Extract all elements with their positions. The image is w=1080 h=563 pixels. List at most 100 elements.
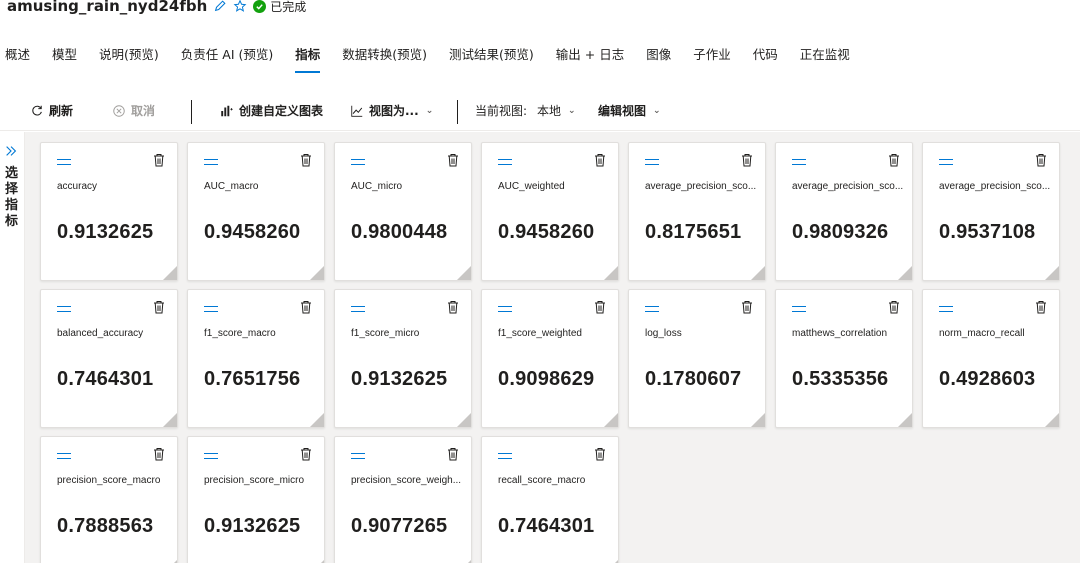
metric-card[interactable]: AUC_micro 0.9800448	[334, 142, 472, 281]
drag-handle-icon[interactable]	[939, 306, 953, 312]
resize-handle[interactable]	[457, 413, 471, 427]
metric-card[interactable]: balanced_accuracy 0.7464301	[40, 289, 178, 428]
trash-icon[interactable]	[594, 447, 606, 461]
metric-card[interactable]: recall_score_macro 0.7464301	[481, 436, 619, 563]
metric-card[interactable]: accuracy 0.9132625	[40, 142, 178, 281]
metric-card[interactable]: f1_score_weighted 0.9098629	[481, 289, 619, 428]
resize-handle[interactable]	[457, 266, 471, 280]
trash-icon[interactable]	[888, 153, 900, 167]
resize-handle[interactable]	[163, 266, 177, 280]
current-view-dropdown[interactable]: 本地 ⌄	[537, 102, 576, 119]
metric-value: 0.8175651	[645, 221, 742, 243]
trash-icon[interactable]	[594, 153, 606, 167]
metric-card[interactable]: average_precision_sco... 0.9537108	[922, 142, 1060, 281]
drag-handle-icon[interactable]	[792, 159, 806, 165]
drag-handle-icon[interactable]	[939, 159, 953, 165]
resize-handle[interactable]	[604, 266, 618, 280]
metric-name: log_loss	[645, 328, 682, 339]
trash-icon[interactable]	[300, 153, 312, 167]
tab-4[interactable]: 指标	[295, 40, 321, 73]
metric-card[interactable]: AUC_macro 0.9458260	[187, 142, 325, 281]
resize-handle[interactable]	[751, 266, 765, 280]
metric-card[interactable]: AUC_weighted 0.9458260	[481, 142, 619, 281]
tab-3[interactable]: 负责任 AI (预览)	[181, 40, 273, 67]
metric-card[interactable]: precision_score_macro 0.7888563	[40, 436, 178, 563]
cancel-button[interactable]: 取消	[112, 102, 155, 119]
drag-handle-icon[interactable]	[57, 453, 71, 459]
tab-6[interactable]: 测试结果(预览)	[449, 40, 534, 67]
drag-handle-icon[interactable]	[204, 306, 218, 312]
drag-handle-icon[interactable]	[57, 306, 71, 312]
drag-handle-icon[interactable]	[351, 159, 365, 165]
drag-handle-icon[interactable]	[351, 306, 365, 312]
drag-handle-icon[interactable]	[57, 159, 71, 165]
tab-bar: 概述 模型 说明(预览) 负责任 AI (预览) 指标 数据转换(预览) 测试结果(预览) 输…	[0, 40, 872, 73]
trash-icon[interactable]	[153, 153, 165, 167]
metrics-dashboard: accuracy 0.9132625 AUC_macro 0.9458260 AUC_m…	[25, 132, 1080, 563]
tab-1[interactable]: 模型	[52, 40, 77, 67]
trash-icon[interactable]	[300, 447, 312, 461]
trash-icon[interactable]	[447, 300, 459, 314]
trash-icon[interactable]	[153, 447, 165, 461]
metric-card[interactable]: f1_score_macro 0.7651756	[187, 289, 325, 428]
trash-icon[interactable]	[888, 300, 900, 314]
tab-7[interactable]: 输出 + 日志	[556, 40, 624, 67]
drag-handle-icon[interactable]	[204, 453, 218, 459]
tab-10[interactable]: 代码	[753, 40, 778, 67]
metric-card[interactable]: norm_macro_recall 0.4928603	[922, 289, 1060, 428]
double-chevron-right-icon[interactable]	[4, 144, 18, 158]
resize-handle[interactable]	[898, 266, 912, 280]
drag-handle-icon[interactable]	[498, 306, 512, 312]
drag-handle-icon[interactable]	[645, 306, 659, 312]
resize-handle[interactable]	[1045, 413, 1059, 427]
trash-icon[interactable]	[1035, 153, 1047, 167]
drag-handle-icon[interactable]	[498, 159, 512, 165]
metric-card[interactable]: f1_score_micro 0.9132625	[334, 289, 472, 428]
tab-0[interactable]: 概述	[5, 40, 30, 67]
tab-11[interactable]: 正在监视	[800, 40, 850, 67]
resize-handle[interactable]	[1045, 266, 1059, 280]
trash-icon[interactable]	[1035, 300, 1047, 314]
trash-icon[interactable]	[741, 300, 753, 314]
star-icon[interactable]	[233, 0, 247, 13]
metric-card[interactable]: matthews_correlation 0.5335356	[775, 289, 913, 428]
resize-handle[interactable]	[310, 266, 324, 280]
tab-2[interactable]: 说明(预览)	[99, 40, 159, 67]
metric-card[interactable]: precision_score_micro 0.9132625	[187, 436, 325, 563]
metric-card[interactable]: average_precision_sco... 0.8175651	[628, 142, 766, 281]
refresh-icon	[32, 105, 42, 115]
trash-icon[interactable]	[594, 300, 606, 314]
metric-card[interactable]: average_precision_sco... 0.9809326	[775, 142, 913, 281]
metric-card[interactable]: log_loss 0.1780607	[628, 289, 766, 428]
trash-icon[interactable]	[153, 300, 165, 314]
metric-card[interactable]: precision_score_weigh... 0.9077265	[334, 436, 472, 563]
tab-9[interactable]: 子作业	[693, 40, 731, 67]
select-metrics-label[interactable]: 选择指标	[5, 166, 19, 230]
metric-name: AUC_macro	[204, 181, 259, 192]
trash-icon[interactable]	[447, 447, 459, 461]
resize-handle[interactable]	[898, 413, 912, 427]
resize-handle[interactable]	[751, 413, 765, 427]
tab-5[interactable]: 数据转换(预览)	[342, 40, 427, 67]
create-custom-chart-button[interactable]: 创建自定义图表	[219, 102, 323, 119]
drag-handle-icon[interactable]	[792, 306, 806, 312]
tab-8[interactable]: 图像	[646, 40, 671, 67]
metric-value: 0.7464301	[498, 515, 595, 537]
metric-name: average_precision_sco...	[792, 181, 904, 192]
metric-selector-panel[interactable]: 选择指标	[0, 132, 25, 563]
trash-icon[interactable]	[741, 153, 753, 167]
trash-icon[interactable]	[300, 300, 312, 314]
drag-handle-icon[interactable]	[645, 159, 659, 165]
resize-handle[interactable]	[163, 413, 177, 427]
drag-handle-icon[interactable]	[351, 453, 365, 459]
view-as-label: 视图为...	[369, 104, 419, 118]
refresh-button[interactable]: 刷新	[30, 102, 73, 119]
drag-handle-icon[interactable]	[204, 159, 218, 165]
edit-view-dropdown[interactable]: 编辑视图 ⌄	[598, 102, 661, 119]
view-as-dropdown[interactable]: 视图为... ⌄	[350, 102, 433, 119]
trash-icon[interactable]	[447, 153, 459, 167]
drag-handle-icon[interactable]	[498, 453, 512, 459]
resize-handle[interactable]	[604, 413, 618, 427]
pencil-icon[interactable]	[213, 0, 227, 13]
resize-handle[interactable]	[310, 413, 324, 427]
